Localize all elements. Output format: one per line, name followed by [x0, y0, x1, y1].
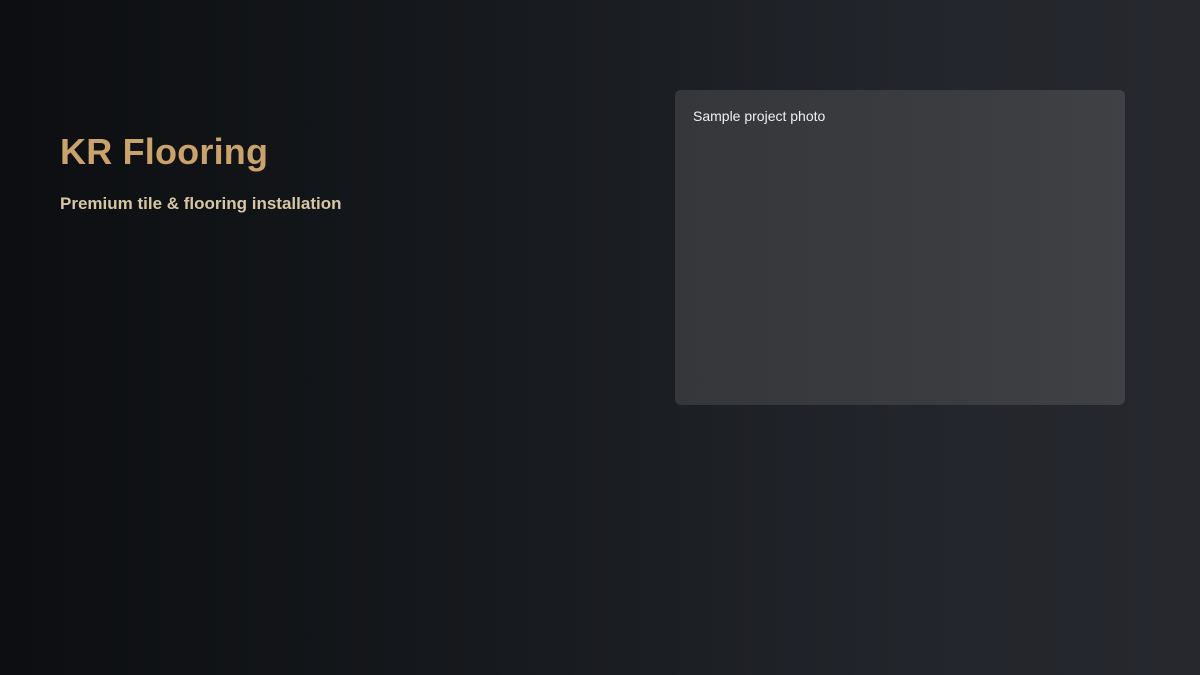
brand-title: KR Flooring: [60, 131, 269, 172]
sample-photo-placeholder: Sample project photo: [675, 90, 1125, 405]
photo-caption: Sample project photo: [693, 108, 826, 124]
tagline: Premium tile & flooring installation: [60, 194, 342, 213]
hero-section: KR Flooring Premium tile & flooring inst…: [60, 130, 620, 216]
